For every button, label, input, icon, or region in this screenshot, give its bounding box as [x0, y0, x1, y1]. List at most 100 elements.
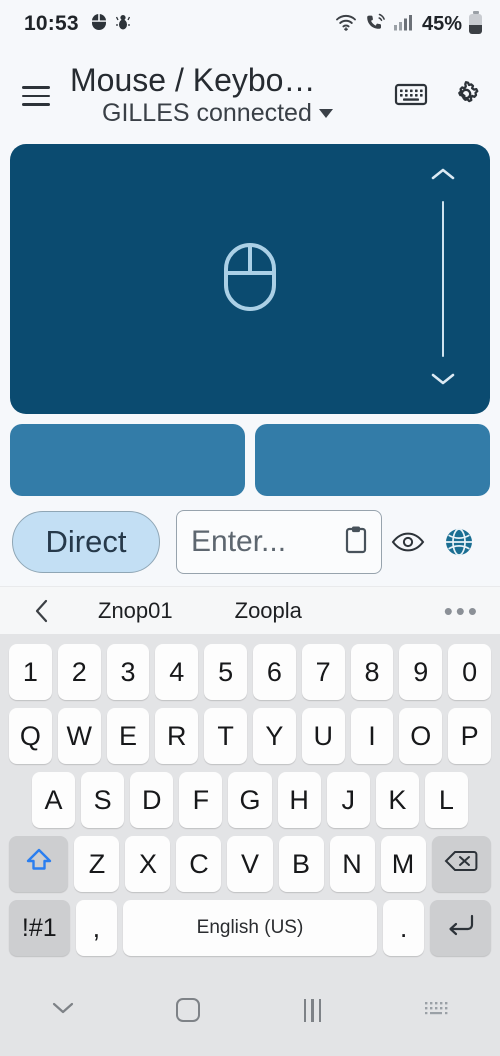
system-navigation-bar — [0, 964, 500, 1056]
key-e[interactable]: E — [106, 708, 150, 764]
hide-keyboard-button[interactable] — [0, 1000, 125, 1021]
key-q[interactable]: Q — [9, 708, 52, 764]
status-left-icons — [91, 13, 130, 36]
on-screen-keyboard: 1 2 3 4 5 6 7 8 9 0 Q W E R T Y U I O P … — [0, 634, 500, 964]
key-4[interactable]: 4 — [155, 644, 199, 700]
key-n[interactable]: N — [329, 836, 375, 892]
wifi-icon — [335, 12, 357, 37]
key-v[interactable]: V — [227, 836, 273, 892]
chevron-up-icon[interactable] — [430, 166, 456, 187]
backspace-icon — [444, 849, 478, 880]
key-6[interactable]: 6 — [253, 644, 296, 700]
mode-chip-direct[interactable]: Direct — [12, 511, 160, 573]
backspace-key[interactable] — [431, 836, 491, 892]
key-h[interactable]: H — [277, 772, 321, 828]
key-t[interactable]: T — [204, 708, 247, 764]
key-a[interactable]: A — [32, 772, 76, 828]
keyboard-row-top: Q W E R T Y U I O P — [4, 704, 496, 768]
key-7[interactable]: 7 — [301, 644, 345, 700]
key-g[interactable]: G — [228, 772, 272, 828]
scroll-bar[interactable] — [430, 166, 456, 392]
mouse-icon — [91, 13, 107, 36]
key-3[interactable]: 3 — [106, 644, 150, 700]
left-click-button[interactable] — [10, 424, 245, 496]
right-click-button[interactable] — [255, 424, 490, 496]
battery-percent: 45% — [421, 12, 462, 35]
key-x[interactable]: X — [125, 836, 171, 892]
gear-icon[interactable] — [450, 78, 482, 115]
status-right-icons: 45% — [335, 11, 482, 37]
home-button[interactable] — [125, 998, 250, 1022]
key-s[interactable]: S — [81, 772, 125, 828]
status-time: 10:53 — [24, 12, 79, 35]
key-u[interactable]: U — [301, 708, 345, 764]
space-key[interactable]: English (US) — [123, 900, 377, 956]
key-9[interactable]: 9 — [399, 644, 443, 700]
keyboard-row-bottom: !#1 , English (US) . — [4, 896, 496, 960]
suggestion-word-2[interactable]: Zoopla — [235, 598, 302, 624]
shift-key[interactable] — [9, 836, 69, 892]
key-0[interactable]: 0 — [448, 644, 491, 700]
comma-key[interactable]: , — [75, 900, 118, 956]
key-m[interactable]: M — [380, 836, 426, 892]
eye-icon[interactable] — [382, 530, 433, 554]
clipboard-icon[interactable] — [343, 525, 369, 560]
keyboard-row-numbers: 1 2 3 4 5 6 7 8 9 0 — [4, 640, 496, 704]
key-j[interactable]: J — [326, 772, 370, 828]
key-2[interactable]: 2 — [57, 644, 101, 700]
symbols-key[interactable]: !#1 — [9, 900, 70, 956]
trackpad-surface[interactable] — [10, 144, 490, 414]
key-f[interactable]: F — [179, 772, 223, 828]
connection-dropdown[interactable]: GILLES connected — [70, 99, 386, 128]
trackpad-area — [0, 144, 500, 414]
key-8[interactable]: 8 — [350, 644, 394, 700]
text-input-field[interactable]: Enter... — [176, 510, 382, 574]
key-i[interactable]: I — [350, 708, 394, 764]
home-icon — [175, 998, 200, 1022]
key-p[interactable]: P — [448, 708, 491, 764]
key-c[interactable]: C — [176, 836, 222, 892]
key-o[interactable]: O — [399, 708, 443, 764]
key-r[interactable]: R — [155, 708, 199, 764]
connection-status-label: GILLES connected — [102, 98, 312, 127]
recents-button[interactable] — [250, 998, 375, 1022]
key-y[interactable]: Y — [253, 708, 296, 764]
chevron-down-icon[interactable] — [430, 371, 456, 392]
suggestion-word-1[interactable]: Znop01 — [98, 598, 173, 624]
key-5[interactable]: 5 — [204, 644, 247, 700]
battery-icon — [469, 11, 482, 34]
mouse-icon — [222, 241, 278, 318]
status-bar: 10:53 45% — [0, 0, 500, 48]
enter-icon — [445, 912, 477, 945]
call-icon — [364, 12, 386, 37]
keyboard-row-home: A S D F G H J K L — [4, 768, 496, 832]
mouse-buttons-row — [0, 414, 500, 496]
key-b[interactable]: B — [278, 836, 324, 892]
chevron-down-icon — [50, 1000, 76, 1021]
keyboard-switch-icon — [423, 997, 453, 1024]
globe-icon[interactable] — [433, 527, 484, 557]
key-l[interactable]: L — [424, 772, 468, 828]
key-d[interactable]: D — [130, 772, 174, 828]
app-bar: Mouse / Keybo… GILLES connected — [0, 48, 500, 144]
enter-key[interactable] — [430, 900, 491, 956]
key-1[interactable]: 1 — [9, 644, 52, 700]
scroll-track[interactable] — [442, 201, 444, 357]
chevron-left-icon[interactable] — [20, 598, 64, 624]
app-bar-actions — [394, 78, 482, 115]
chevron-down-icon — [318, 108, 333, 118]
key-z[interactable]: Z — [74, 836, 120, 892]
key-k[interactable]: K — [375, 772, 419, 828]
key-w[interactable]: W — [57, 708, 101, 764]
period-key[interactable]: . — [382, 900, 425, 956]
text-input-placeholder: Enter... — [191, 525, 287, 558]
keyboard-icon[interactable] — [394, 79, 428, 114]
signal-icon — [393, 12, 413, 37]
keyboard-suggestion-bar: Znop01 Zoopla ••• — [0, 586, 500, 634]
keyboard-switch-button[interactable] — [375, 997, 500, 1024]
hamburger-icon[interactable] — [14, 78, 58, 114]
ant-icon — [115, 13, 130, 36]
phone-screen: 10:53 45% Mouse / Keybo… GILLES connecte… — [0, 0, 500, 1056]
shift-icon — [24, 846, 54, 883]
keyboard-row-bottom-letters: Z X C V B N M — [4, 832, 496, 896]
